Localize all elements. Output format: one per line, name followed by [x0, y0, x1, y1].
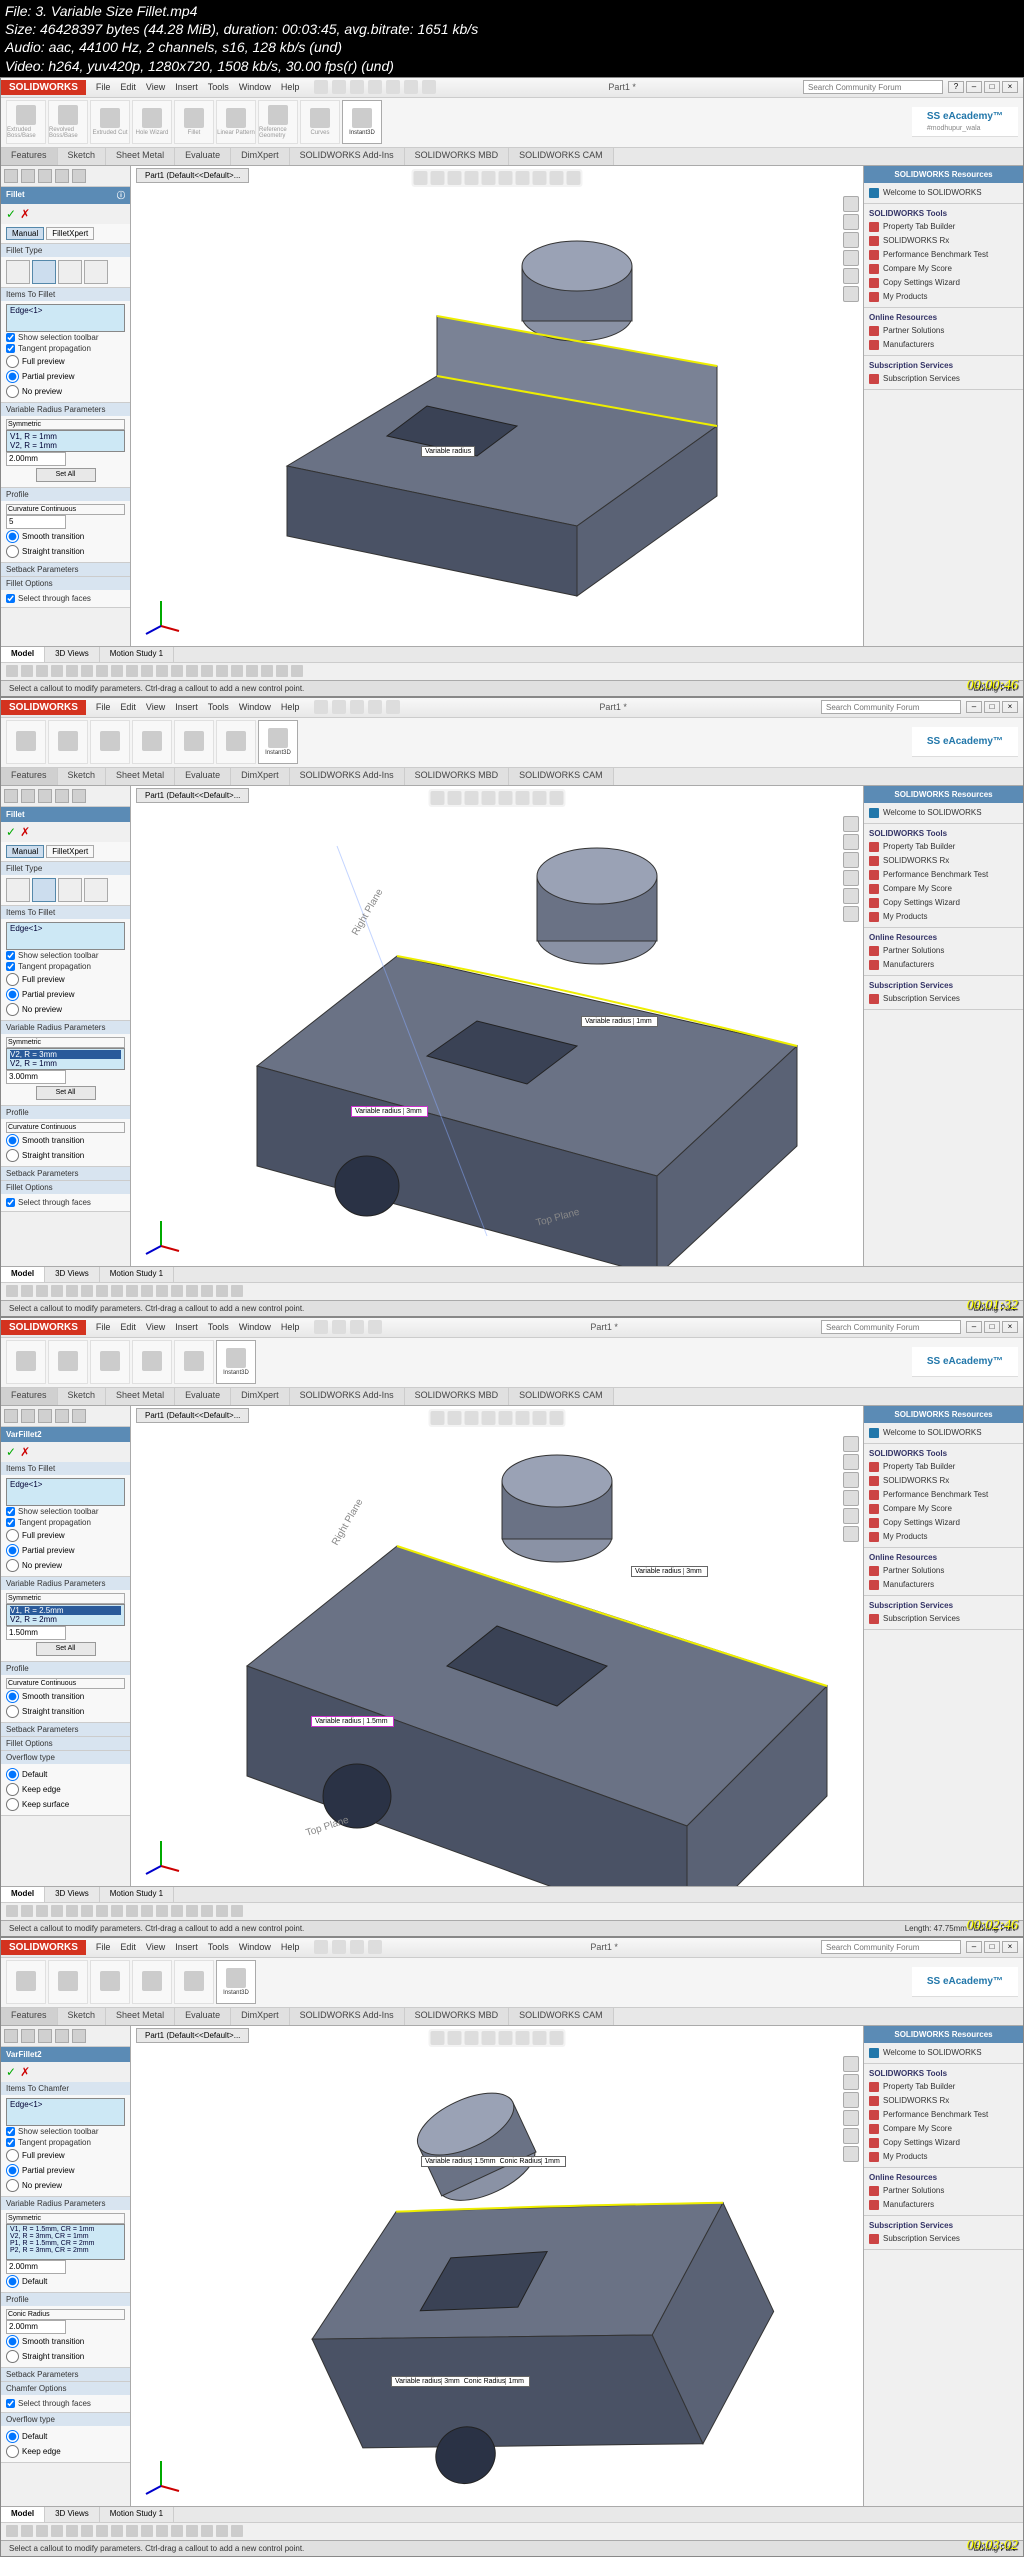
search-input[interactable]: [803, 80, 943, 94]
3d-viewport[interactable]: Part1 (Default<<Default>... Variable rad…: [131, 2026, 863, 2506]
3d-viewport[interactable]: Part1 (Default<<Default>... Variable rad…: [131, 166, 863, 646]
property-manager[interactable]: Fillet ✓✗ ManualFilletXpert Fillet Type …: [1, 786, 131, 1266]
property-manager[interactable]: VarFillet2 ✓✗ Items To Fillet Edge<1> Sh…: [1, 1406, 131, 1886]
resources-panel[interactable]: SOLIDWORKS Resources Welcome to SOLIDWOR…: [863, 166, 1023, 646]
bottom-toolbar[interactable]: [1, 662, 1023, 680]
property-manager[interactable]: Filletⓘ ✓✗ ManualFilletXpert Fillet Type…: [1, 166, 131, 646]
set-all-button[interactable]: Set All: [36, 468, 96, 482]
radius-callout[interactable]: Variable radius: [421, 446, 475, 457]
view-toolbar[interactable]: [412, 169, 583, 187]
timestamp: 00:00:46: [967, 678, 1018, 694]
video-frame-1: SOLIDWORKS FileEditViewInsertToolsWindow…: [0, 77, 1024, 697]
command-tabs[interactable]: FeaturesSketchSheet MetalEvaluateDimXper…: [1, 148, 1023, 166]
edge-list[interactable]: Edge<1>: [6, 304, 125, 332]
radius-input[interactable]: [6, 452, 66, 466]
3d-viewport[interactable]: Part1 (Default<<Default>... Right Plane …: [131, 1406, 863, 1886]
academy-logo: SS eAcademy™#modhupur_wala: [912, 107, 1018, 137]
status-bar: Select a callout to modify parameters. C…: [1, 680, 1023, 696]
solidworks-logo: SOLIDWORKS: [1, 80, 86, 95]
ribbon-toolbar[interactable]: Extruded Boss/Base Revolved Boss/Base Ex…: [1, 98, 1023, 148]
ok-button[interactable]: ✓: [6, 207, 16, 221]
video-frame-3: SOLIDWORKSFileEditViewInsertToolsWindowH…: [0, 1317, 1024, 1937]
quick-access[interactable]: [309, 80, 441, 94]
property-manager[interactable]: VarFillet2 ✓✗ Items To Chamfer Edge<1> S…: [1, 2026, 131, 2506]
bottom-tabs[interactable]: Model3D ViewsMotion Study 1: [1, 646, 1023, 662]
task-pane-tabs[interactable]: [843, 196, 861, 302]
cancel-button[interactable]: ✗: [20, 207, 30, 221]
viewport-tab[interactable]: Part1 (Default<<Default>...: [136, 168, 249, 183]
svg-text:Top Plane: Top Plane: [305, 1814, 351, 1838]
video-frame-2: SOLIDWORKSFileEditViewInsertToolsWindowH…: [0, 697, 1024, 1317]
video-frame-4: SOLIDWORKSFileEditViewInsertToolsWindowH…: [0, 1937, 1024, 2557]
view-triad: [141, 596, 181, 636]
title-bar: SOLIDWORKS FileEditViewInsertToolsWindow…: [1, 78, 1023, 98]
document-title: Part1 *: [441, 82, 803, 92]
window-controls[interactable]: ?–□×: [943, 81, 1023, 93]
model-view: [131, 166, 863, 646]
feature-title: Fillet: [6, 190, 25, 201]
3d-viewport[interactable]: Part1 (Default<<Default>... Right Plane …: [131, 786, 863, 1266]
menu-bar[interactable]: FileEditViewInsertToolsWindowHelp: [86, 82, 309, 92]
svg-text:Right Plane: Right Plane: [330, 1497, 366, 1548]
file-info-header: File: 3. Variable Size Fillet.mp4 Size: …: [0, 0, 1024, 77]
